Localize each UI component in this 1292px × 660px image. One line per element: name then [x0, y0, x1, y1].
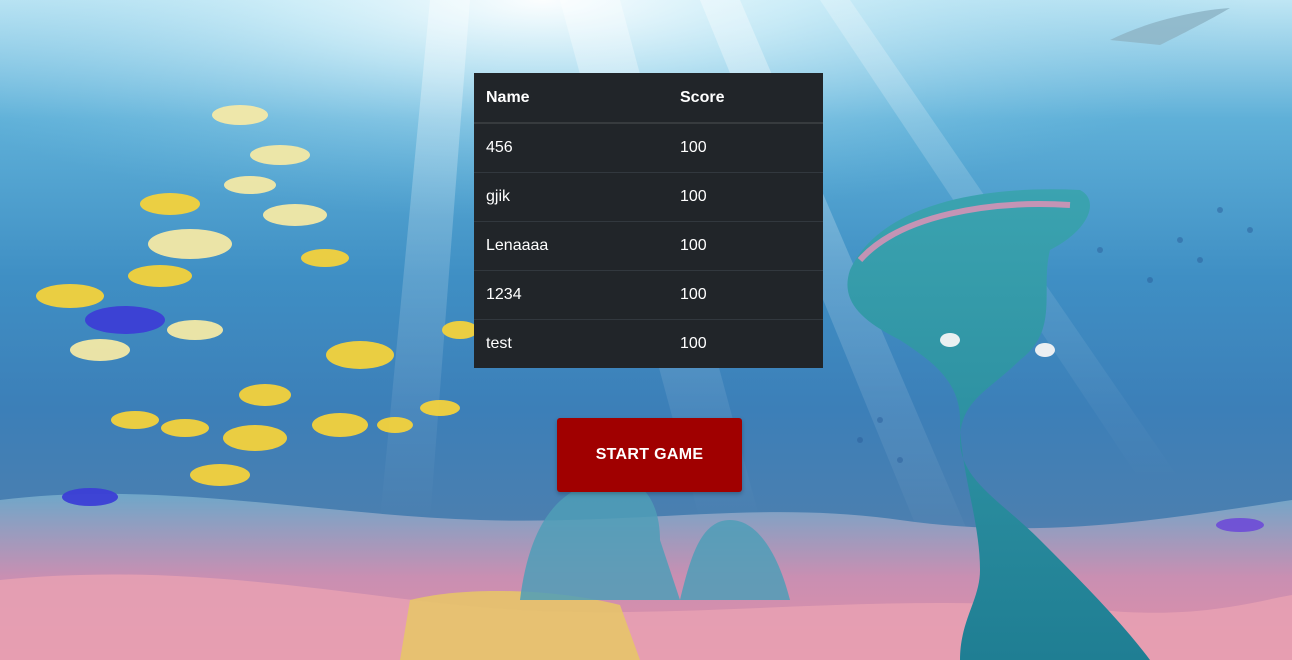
player-name-cell: test	[474, 318, 668, 368]
table-row: 456 100	[474, 122, 823, 172]
player-name-cell: Lenaaaa	[474, 220, 668, 270]
player-score-cell: 100	[668, 318, 823, 368]
table-row: Lenaaaa 100	[474, 220, 823, 270]
table-row: gjik 100	[474, 171, 823, 221]
player-score-cell: 100	[668, 220, 823, 270]
column-header-name: Name	[474, 73, 668, 124]
game-screen: Name Score 456 100 gjik 100 Lenaaaa 100	[0, 0, 1292, 660]
player-name-cell: 456	[474, 122, 668, 172]
table-header-row: Name Score	[474, 73, 823, 124]
start-game-button[interactable]: START GAME	[557, 418, 742, 492]
leaderboard-table: Name Score 456 100 gjik 100 Lenaaaa 100	[474, 73, 823, 368]
player-score-cell: 100	[668, 269, 823, 319]
player-name-cell: 1234	[474, 269, 668, 319]
player-name-cell: gjik	[474, 171, 668, 221]
column-header-score: Score	[668, 73, 823, 124]
table-row: 1234 100	[474, 269, 823, 319]
table-row: test 100	[474, 318, 823, 368]
player-score-cell: 100	[668, 171, 823, 221]
player-score-cell: 100	[668, 122, 823, 172]
